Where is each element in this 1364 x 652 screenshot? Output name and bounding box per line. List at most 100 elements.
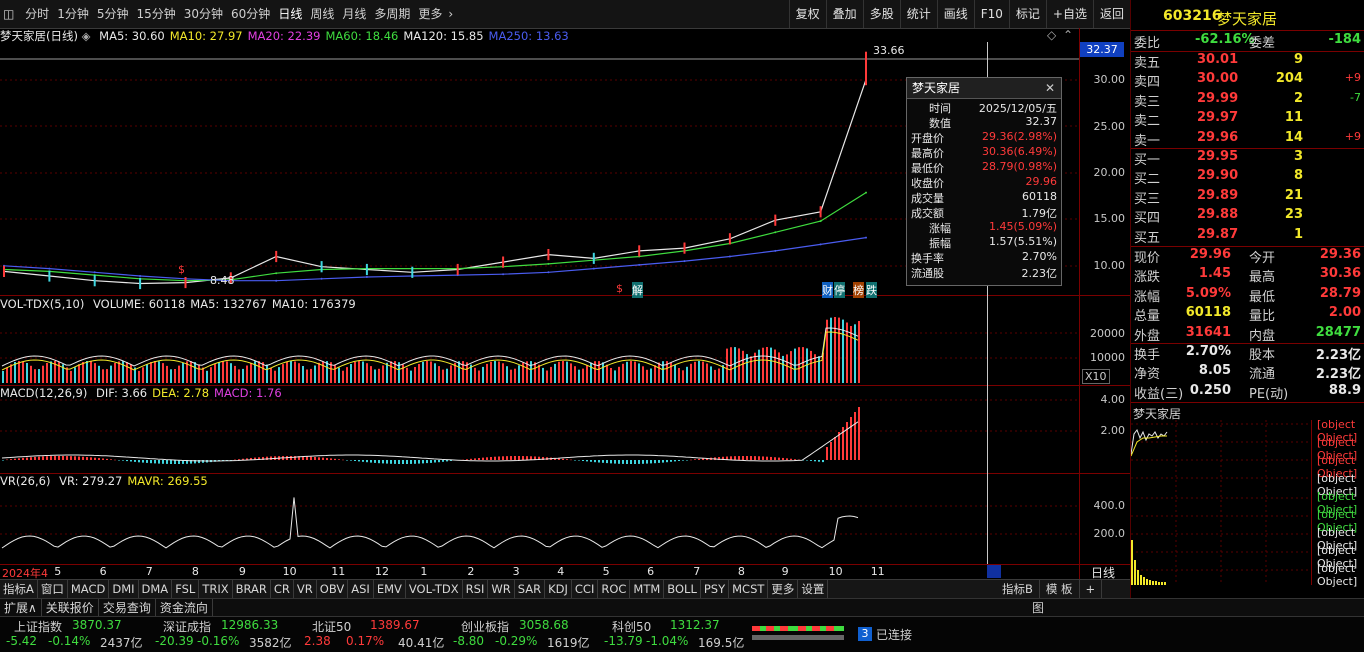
- volume-bar: [830, 317, 832, 383]
- period-tab[interactable]: 30分钟: [180, 0, 227, 28]
- indicator-tab[interactable]: BRAR: [233, 580, 271, 598]
- indicator-tab[interactable]: VR: [294, 580, 317, 598]
- extension-tab[interactable]: 资金流向: [156, 599, 213, 617]
- macd-bar: [102, 458, 104, 460]
- earnings-marker[interactable]: 财: [822, 282, 833, 298]
- period-tab[interactable]: 5分钟: [93, 0, 133, 28]
- settings-diamond-icon[interactable]: ◇: [1047, 28, 1056, 42]
- macd-bar: [634, 460, 636, 464]
- vol-panel-title[interactable]: VOL-TDX(5,10): [0, 297, 84, 311]
- bid-row[interactable]: 买四 29.88 23: [1131, 207, 1364, 226]
- indicator-tab[interactable]: MCST: [729, 580, 769, 598]
- indicator-tab[interactable]: PSY: [701, 580, 730, 598]
- indicator-tab-right[interactable]: 模 板: [1040, 580, 1080, 598]
- event-marker[interactable]: $: [178, 263, 185, 276]
- macd-bar: [630, 460, 632, 464]
- toolbar-action-button[interactable]: 多股: [862, 0, 900, 28]
- indicator-tab[interactable]: FSL: [172, 580, 200, 598]
- index-quote[interactable]: 北证50 1389.67 2.38 0.17% 40.41亿: [304, 618, 462, 651]
- indicator-tab[interactable]: SAR: [515, 580, 546, 598]
- macd-bar: [786, 458, 788, 461]
- extension-tab[interactable]: 关联报价: [42, 599, 99, 617]
- volume-bar: [230, 363, 232, 383]
- bid-row[interactable]: 买一 29.95 3: [1131, 149, 1364, 168]
- indicator-tab-right[interactable]: 指标B: [996, 580, 1040, 598]
- toolbar-action-button[interactable]: 统计: [899, 0, 937, 28]
- period-tab[interactable]: 分时: [21, 0, 53, 28]
- indicator-tab[interactable]: 更多: [768, 580, 799, 598]
- indicator-tab[interactable]: WR: [488, 580, 515, 598]
- extension-tab[interactable]: 扩展∧: [0, 599, 42, 617]
- period-tab[interactable]: 日线: [274, 0, 306, 28]
- event-marker[interactable]: $: [616, 282, 623, 295]
- index-quote[interactable]: 创业板指 3058.68 -8.80 -0.29% 1619亿: [453, 618, 611, 651]
- index-quote[interactable]: 上证指数 3870.37 -5.42 -0.14% 2437亿: [6, 618, 164, 651]
- bid-row[interactable]: 买五 29.87 1: [1131, 227, 1364, 246]
- series-point: [774, 231, 777, 234]
- drop-marker[interactable]: 跌: [866, 282, 877, 298]
- period-tab[interactable]: 60分钟: [227, 0, 274, 28]
- bid-row[interactable]: 买三 29.89 21: [1131, 188, 1364, 207]
- period-tab[interactable]: 周线: [306, 0, 338, 28]
- collapse-icon[interactable]: ⌃: [1063, 28, 1073, 42]
- macd-panel-title[interactable]: MACD(12,26,9): [0, 386, 87, 400]
- period-tab[interactable]: 多周期: [370, 0, 414, 28]
- vr-panel-title[interactable]: VR(26,6): [0, 474, 50, 488]
- halt-marker[interactable]: 停: [834, 282, 845, 298]
- toolbar-action-button[interactable]: F10: [973, 0, 1009, 28]
- extension-tab[interactable]: 交易查询: [99, 599, 156, 617]
- ask-row[interactable]: 卖一 29.96 14 +9: [1131, 130, 1364, 149]
- indicator-tab[interactable]: 指标A: [0, 580, 38, 598]
- toolbar-action-button[interactable]: 复权: [788, 0, 826, 28]
- ask-row[interactable]: 卖五 30.01 9: [1131, 52, 1364, 71]
- bid-row[interactable]: 买二 29.90 8: [1131, 168, 1364, 187]
- indicator-tab[interactable]: ASI: [348, 580, 374, 598]
- toolbar-action-button[interactable]: 叠加: [825, 0, 863, 28]
- indicator-tab[interactable]: VOL-TDX: [406, 580, 463, 598]
- chart-toggle[interactable]: 图: [1032, 599, 1044, 617]
- indicator-tab[interactable]: ROC: [598, 580, 631, 598]
- indicator-tab[interactable]: BOLL: [664, 580, 701, 598]
- indicator-tab[interactable]: DMI: [109, 580, 139, 598]
- ask-row[interactable]: 卖四 30.00 204 +9: [1131, 71, 1364, 90]
- legend-toggle-icon[interactable]: ◈: [82, 29, 91, 43]
- vr-line: [1, 497, 859, 549]
- indicator-tab[interactable]: OBV: [317, 580, 349, 598]
- macd-bar: [650, 460, 652, 464]
- indicator-tab[interactable]: 窗口: [38, 580, 68, 598]
- level-price: 29.95: [1197, 149, 1239, 164]
- indicator-tab[interactable]: EMV: [374, 580, 406, 598]
- indicator-tab[interactable]: MACD: [68, 580, 110, 598]
- indicator-tab[interactable]: RSI: [463, 580, 489, 598]
- toolbar-action-button[interactable]: +自选: [1045, 0, 1093, 28]
- period-tab[interactable]: 15分钟: [132, 0, 179, 28]
- connection-status[interactable]: 已连接: [876, 626, 912, 643]
- indicator-tab[interactable]: MTM: [630, 580, 665, 598]
- indicator-tab[interactable]: CR: [271, 580, 294, 598]
- unlock-marker[interactable]: 解: [632, 282, 643, 298]
- period-tab[interactable]: 月线: [338, 0, 370, 28]
- period-tab[interactable]: 更多: [414, 0, 446, 28]
- chevron-right-icon[interactable]: ›: [446, 0, 455, 28]
- index-quote[interactable]: 深证成指 12986.33 -20.39 -0.16% 3582亿: [155, 618, 313, 651]
- panel-toggle-icon[interactable]: ◫: [0, 0, 17, 28]
- close-icon[interactable]: ✕: [1045, 78, 1055, 98]
- indicator-tab-right[interactable]: +: [1080, 580, 1103, 598]
- date-axis-label: 6: [647, 565, 655, 578]
- toolbar-action-button[interactable]: 返回: [1092, 0, 1130, 28]
- indicator-tab[interactable]: 设置: [798, 580, 829, 598]
- indicator-tab[interactable]: TRIX: [199, 580, 233, 598]
- price-axis-label: 30.00: [1093, 73, 1126, 86]
- toolbar-action-button[interactable]: 标记: [1008, 0, 1046, 28]
- toolbar-action-button[interactable]: 画线: [936, 0, 974, 28]
- indicator-tab[interactable]: DMA: [139, 580, 173, 598]
- billboard-marker[interactable]: 榜: [853, 282, 864, 298]
- volume-bar: [762, 347, 764, 383]
- index-quote[interactable]: 科创50 1312.37 -13.79 -1.04% 169.5亿: [604, 618, 762, 651]
- period-tab[interactable]: 1分钟: [53, 0, 93, 28]
- volume-bar: [586, 365, 588, 383]
- indicator-tab[interactable]: KDJ: [545, 580, 572, 598]
- ask-row[interactable]: 卖二 29.97 11: [1131, 110, 1364, 129]
- ask-row[interactable]: 卖三 29.99 2 -7: [1131, 91, 1364, 110]
- indicator-tab[interactable]: CCI: [572, 580, 599, 598]
